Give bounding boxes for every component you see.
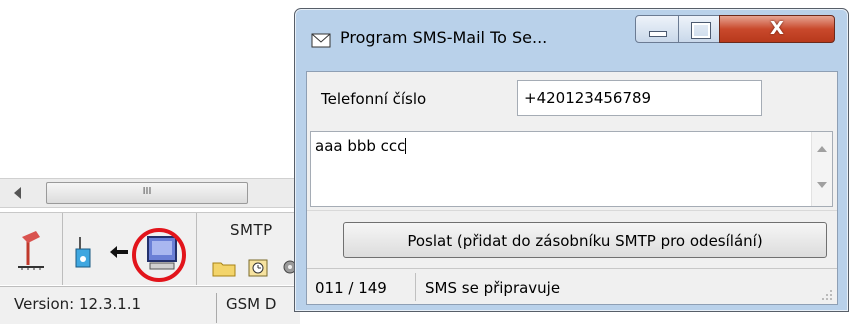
toolbar-separator [62, 213, 63, 285]
smtp-label: SMTP [230, 221, 273, 239]
scroll-up-arrow-icon[interactable] [817, 146, 827, 152]
phone-number-input[interactable]: +420123456789 [517, 80, 762, 116]
message-scrollbar[interactable] [811, 132, 832, 206]
sms-mail-dialog: Program SMS-Mail To Se... X Telefonní čí… [294, 8, 849, 312]
scroll-thumb[interactable]: III [46, 182, 248, 204]
close-button[interactable]: X [719, 15, 835, 43]
statusbar-divider [415, 273, 416, 301]
minimize-icon [649, 31, 667, 37]
text-caret [405, 138, 407, 154]
scroll-left-arrow-icon[interactable] [14, 187, 21, 199]
horizontal-scrollbar[interactable]: III [0, 178, 300, 208]
message-text: aaa bbb ccc [315, 137, 407, 155]
message-textarea[interactable]: aaa bbb ccc [310, 131, 833, 207]
app-statusbar: Version: 12.3.1.1 GSM D [0, 286, 300, 324]
scroll-down-arrow-icon[interactable] [817, 182, 827, 188]
folder-icon[interactable] [212, 259, 236, 277]
phone-number-label: Telefonní číslo [321, 90, 427, 108]
close-icon: X [770, 18, 784, 39]
window-title: Program SMS-Mail To Se... [340, 28, 548, 47]
resize-grip-icon[interactable] [821, 289, 833, 301]
send-button[interactable]: Poslat (přidat do zásobníku SMTP pro ode… [343, 222, 827, 258]
statusbar-separator [216, 293, 217, 323]
maximize-button[interactable] [678, 15, 720, 43]
highlight-circle [132, 228, 186, 282]
title-bar[interactable]: Program SMS-Mail To Se... X [295, 9, 848, 63]
signal-mast-icon[interactable] [16, 229, 46, 271]
character-counter: 011 / 149 [315, 279, 387, 297]
dialog-statusbar: 011 / 149 SMS se připravuje [307, 268, 837, 305]
maximize-icon [691, 22, 711, 39]
clock-icon[interactable] [248, 257, 268, 277]
minimize-button[interactable] [635, 15, 679, 43]
transfer-arrows-icon[interactable] [108, 243, 130, 261]
status-message: SMS se připravuje [425, 279, 561, 297]
version-label: Version: 12.3.1.1 [14, 295, 142, 313]
toolbar-separator [196, 213, 197, 285]
dialog-client-area: Telefonní číslo +420123456789 aaa bbb cc… [306, 71, 838, 305]
main-toolbar: SMTP [0, 212, 300, 285]
gsm-status-label: GSM D [226, 295, 277, 313]
gsm-modem-icon[interactable] [72, 235, 94, 269]
envelope-icon [311, 33, 331, 48]
divider [307, 210, 837, 211]
